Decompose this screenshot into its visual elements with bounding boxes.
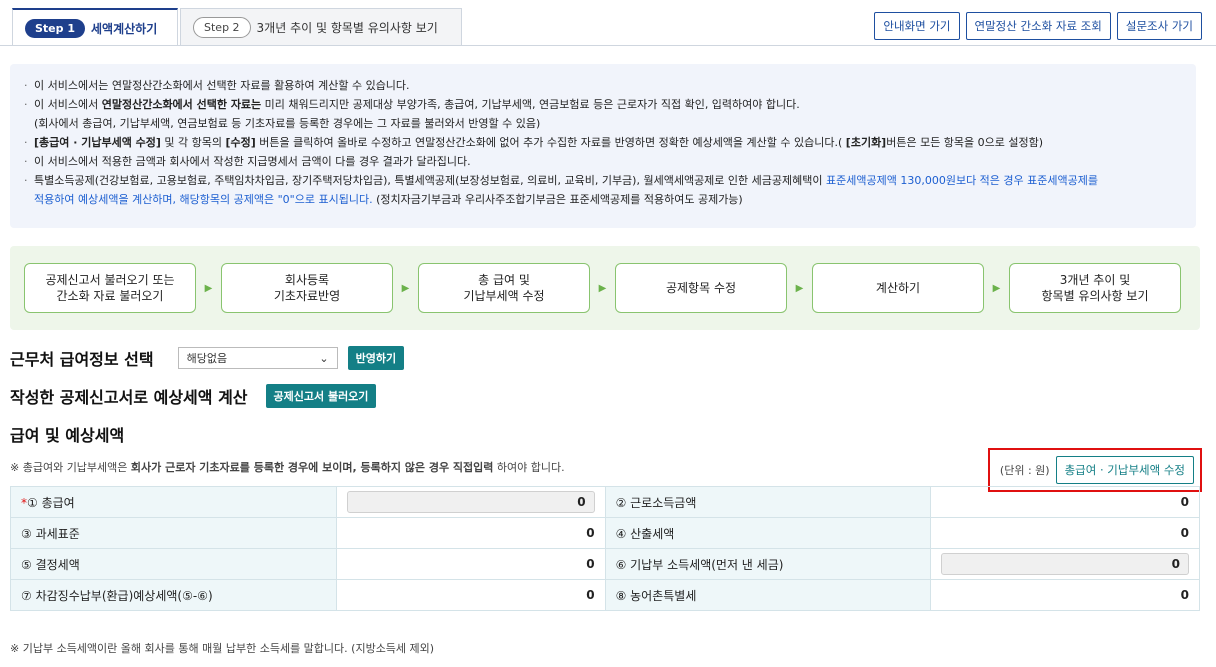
total-salary-input[interactable]: 0 — [346, 491, 595, 513]
determined-tax-value: 0 — [335, 548, 606, 580]
notice-line: 특별소득공제(건강보험료, 고용보험료, 주택임차차입금, 장기주택저당차입금)… — [24, 171, 1182, 190]
flow-step-company: 회사등록 기초자료반영 — [221, 263, 393, 313]
prepaid-tax-input[interactable]: 0 — [941, 553, 1189, 575]
edit-salary-tax-button[interactable]: 총급여 · 기납부세액 수정 — [1055, 456, 1194, 484]
expected-refund-label: ⑦ 차감징수납부(환급)예상세액(⑤-⑥) — [10, 579, 337, 611]
top-bar: Step 1 세액계산하기 Step 2 3개년 추이 및 항목별 유의사항 보… — [0, 0, 1216, 46]
flow-step-salary: 총 급여 및 기납부세액 수정 — [418, 263, 590, 313]
table-row: *① 총급여 0 ② 근로소득금액 0 — [10, 486, 1201, 518]
flow-step-trend: 3개년 추이 및 항목별 유의사항 보기 — [1009, 263, 1181, 313]
notice-line: 이 서비스에서 연말정산간소화에서 선택한 자료는 미리 채워드리지만 공제대상… — [24, 95, 1182, 114]
footnote: ※ 기납부 소득세액이란 올해 회사를 통해 매월 납부한 소득세를 말합니다.… — [10, 642, 435, 655]
tab-step1[interactable]: Step 1 세액계산하기 — [12, 8, 178, 46]
notice-line: [총급여 · 기납부세액 수정] 및 각 항목의 [수정] 버튼을 클릭하여 올… — [24, 133, 1182, 152]
workplace-section: 근무처 급여정보 선택 해당없음 ⌄ 반영하기 — [10, 346, 405, 370]
calculated-tax-label: ④ 산출세액 — [604, 517, 931, 549]
salary-note: ※ 총급여와 기납부세액은 회사가 근로자 기초자료를 등록한 경우에 보이며,… — [10, 461, 565, 474]
apply-button[interactable]: 반영하기 — [347, 346, 405, 370]
flow-step-calculate: 계산하기 — [812, 263, 984, 313]
notice-line: 이 서비스에서는 연말정산간소화에서 선택한 자료를 활용하여 계산할 수 있습… — [24, 76, 1182, 95]
declaration-section: 작성한 공제신고서로 예상세액 계산 공제신고서 불러오기 — [10, 384, 377, 408]
table-row: ⑦ 차감징수납부(환급)예상세액(⑤-⑥) 0 ⑧ 농어촌특별세 0 — [10, 579, 1201, 611]
unit-label: (단위 : 원) — [999, 464, 1050, 477]
tab-step2[interactable]: Step 2 3개년 추이 및 항목별 유의사항 보기 — [180, 8, 462, 46]
table-row: ③ 과세표준 0 ④ 산출세액 0 — [10, 517, 1201, 549]
table-row: ⑤ 결정세액 0 ⑥ 기납부 소득세액(먼저 낸 세금) 0 — [10, 548, 1201, 580]
tax-base-value: 0 — [335, 517, 606, 549]
arrow-right-icon: ▶ — [992, 282, 1001, 294]
step2-pill: Step 2 — [193, 17, 251, 38]
arrow-right-icon: ▶ — [598, 282, 607, 294]
arrow-right-icon: ▶ — [401, 282, 410, 294]
notice-box: 이 서비스에서는 연말정산간소화에서 선택한 자료를 활용하여 계산할 수 있습… — [10, 64, 1196, 228]
chevron-down-icon: ⌄ — [319, 351, 329, 365]
prepaid-tax-cell: 0 — [929, 548, 1201, 580]
notice-line: 적용하여 예상세액을 계산하며, 해당항목의 공제액은 "0"으로 표시됩니다.… — [34, 193, 743, 206]
arrow-right-icon: ▶ — [204, 282, 213, 294]
total-salary-label: *① 총급여 — [10, 486, 337, 518]
tab-divider — [0, 45, 1216, 46]
workplace-select-value: 해당없음 — [186, 352, 228, 365]
step1-pill: Step 1 — [25, 18, 85, 38]
salary-title: 급여 및 예상세액 — [10, 426, 125, 445]
expected-refund-value: 0 — [335, 579, 606, 611]
flow-step-deduction: 공제항목 수정 — [615, 263, 787, 313]
calculated-tax-value: 0 — [929, 517, 1201, 549]
process-flow: 공제신고서 불러오기 또는 간소화 자료 불러오기 ▶ 회사등록 기초자료반영 … — [10, 246, 1200, 330]
flow-step-load: 공제신고서 불러오기 또는 간소화 자료 불러오기 — [24, 263, 196, 313]
determined-tax-label: ⑤ 결정세액 — [10, 548, 337, 580]
tax-base-label: ③ 과세표준 — [10, 517, 337, 549]
guide-screen-button[interactable]: 안내화면 가기 — [874, 12, 960, 40]
survey-button[interactable]: 설문조사 가기 — [1116, 12, 1202, 40]
top-button-group: 안내화면 가기 연말정산 간소화 자료 조회 설문조사 가기 — [874, 12, 1202, 40]
notice-line: 이 서비스에서 적용한 금액과 회사에서 작성한 지급명세서 금액이 다를 경우… — [24, 152, 1182, 171]
total-salary-cell: 0 — [335, 486, 606, 518]
earned-income-value: 0 — [929, 486, 1201, 518]
tab-step2-label: 3개년 추이 및 항목별 유의사항 보기 — [256, 21, 438, 35]
load-declaration-button[interactable]: 공제신고서 불러오기 — [265, 384, 377, 408]
earned-income-label: ② 근로소득금액 — [604, 486, 931, 518]
rural-special-tax-label: ⑧ 농어촌특별세 — [604, 579, 931, 611]
tab-step1-label: 세액계산하기 — [91, 21, 158, 36]
simplified-data-button[interactable]: 연말정산 간소화 자료 조회 — [965, 12, 1111, 40]
declaration-title: 작성한 공제신고서로 예상세액 계산 — [10, 388, 248, 407]
prepaid-tax-label: ⑥ 기납부 소득세액(먼저 낸 세금) — [604, 548, 931, 580]
workplace-title: 근무처 급여정보 선택 — [10, 350, 154, 369]
arrow-right-icon: ▶ — [795, 282, 804, 294]
notice-line: (회사에서 총급여, 기납부세액, 연금보험료 등 기초자료를 등록한 경우에는… — [34, 117, 541, 130]
workplace-select[interactable]: 해당없음 ⌄ — [177, 347, 338, 369]
rural-special-tax-value: 0 — [929, 579, 1201, 611]
salary-section: 급여 및 예상세액 — [10, 422, 124, 446]
salary-table: *① 총급여 0 ② 근로소득금액 0 ③ 과세표준 0 ④ 산출세액 0 ⑤ … — [10, 486, 1201, 611]
